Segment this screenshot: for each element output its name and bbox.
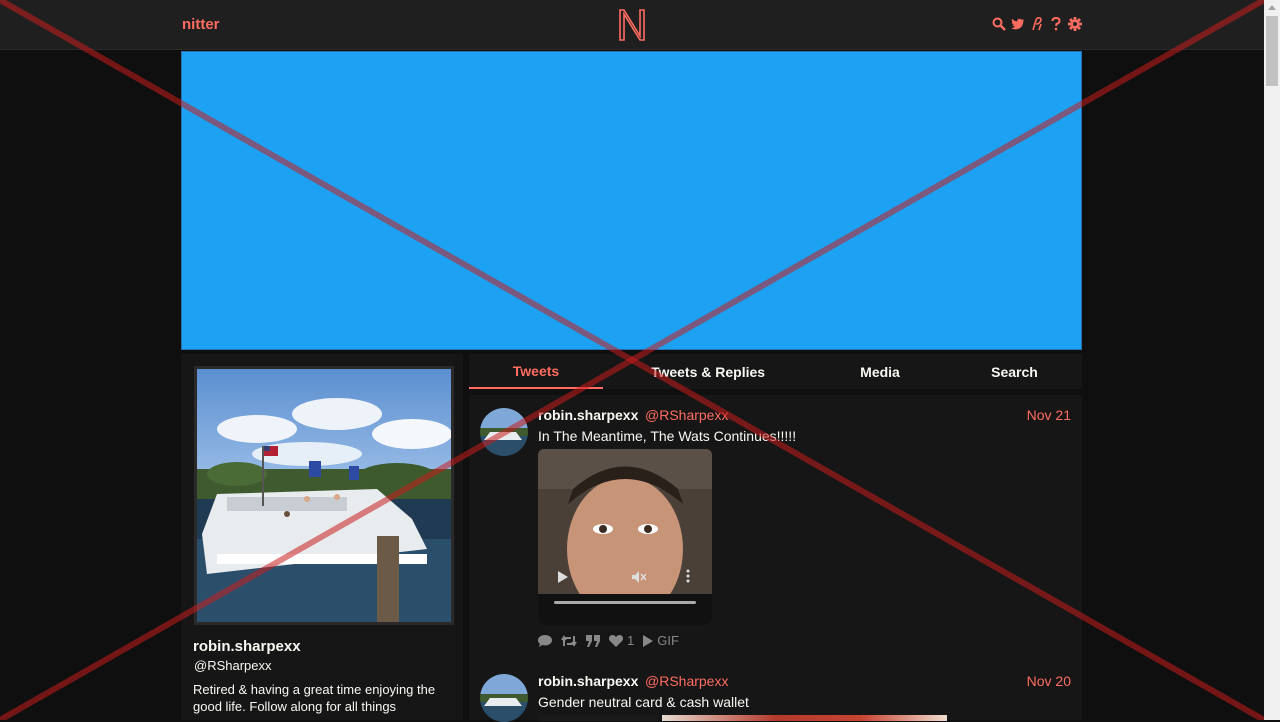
search-icon[interactable] — [992, 15, 1006, 33]
tab-tweets[interactable]: Tweets — [469, 354, 603, 389]
tweet-text: In The Meantime, The Wats Continues!!!!! — [538, 428, 797, 444]
tweet-stats: 1 GIF — [538, 633, 679, 648]
scroll-up-arrow[interactable] — [1268, 5, 1276, 10]
twitter-bird-icon[interactable] — [1011, 15, 1025, 33]
profile-fullname[interactable]: robin.sharpexx — [193, 638, 301, 655]
profile-username[interactable]: @RSharpexx — [194, 658, 272, 673]
quote-icon[interactable] — [586, 634, 600, 647]
tweet-fullname[interactable]: robin.sharpexx — [538, 673, 638, 689]
profile-bio: Retired & having a great time enjoying t… — [193, 682, 436, 714]
avatar-photo — [197, 369, 451, 622]
brand-link[interactable]: nitter — [182, 16, 220, 33]
top-navbar: nitter — [0, 0, 1264, 50]
timeline-tabs: Tweets Tweets & Replies Media Search — [469, 354, 1082, 389]
like-stat[interactable]: 1 — [609, 633, 634, 648]
tweet-text: Gender neutral card & cash wallet — [538, 694, 749, 710]
profile-banner — [181, 51, 1082, 350]
more-options-icon[interactable] — [686, 569, 690, 583]
profile-card: robin.sharpexx @RSharpexx Retired & havi… — [181, 354, 463, 720]
tweet-media-preview[interactable] — [538, 715, 658, 721]
mute-icon[interactable] — [632, 571, 646, 583]
tab-search[interactable]: Search — [947, 354, 1082, 389]
tweet-item[interactable]: robin.sharpexx @RSharpexx Nov 20 Gender … — [469, 661, 1082, 722]
tweet-date[interactable]: Nov 21 — [1027, 407, 1071, 423]
tweet-avatar[interactable] — [480, 674, 528, 722]
play-icon[interactable] — [558, 571, 568, 583]
tab-media[interactable]: Media — [813, 354, 947, 389]
gif-label: GIF — [657, 633, 679, 648]
gif-stat[interactable]: GIF — [643, 633, 679, 648]
video-progress-bar[interactable] — [554, 601, 696, 604]
tweet-fullname[interactable]: robin.sharpexx — [538, 407, 638, 423]
tab-tweets-and-replies[interactable]: Tweets & Replies — [603, 354, 813, 389]
nitter-logo[interactable] — [617, 8, 647, 42]
help-icon[interactable] — [1049, 15, 1063, 33]
reply-icon[interactable] — [538, 634, 552, 647]
retweet-icon[interactable] — [561, 634, 577, 647]
tweet-date[interactable]: Nov 20 — [1027, 673, 1071, 689]
rss-icon[interactable] — [1030, 15, 1044, 33]
tweet-gif[interactable] — [538, 449, 712, 625]
tweet-media-preview[interactable] — [662, 715, 947, 721]
heart-icon — [609, 634, 623, 647]
page-scrollbar[interactable] — [1264, 0, 1280, 720]
tweet-username[interactable]: @RSharpexx — [645, 673, 728, 689]
tweet-avatar[interactable] — [480, 408, 528, 456]
profile-avatar[interactable] — [194, 366, 454, 625]
gear-icon[interactable] — [1068, 15, 1082, 33]
play-small-icon — [643, 634, 654, 647]
tweet-item[interactable]: robin.sharpexx @RSharpexx Nov 21 In The … — [469, 395, 1082, 661]
timeline: Tweets Tweets & Replies Media Search rob… — [469, 354, 1082, 722]
like-count: 1 — [627, 633, 635, 648]
tweet-username[interactable]: @RSharpexx — [645, 407, 728, 423]
scroll-thumb[interactable] — [1266, 16, 1278, 86]
